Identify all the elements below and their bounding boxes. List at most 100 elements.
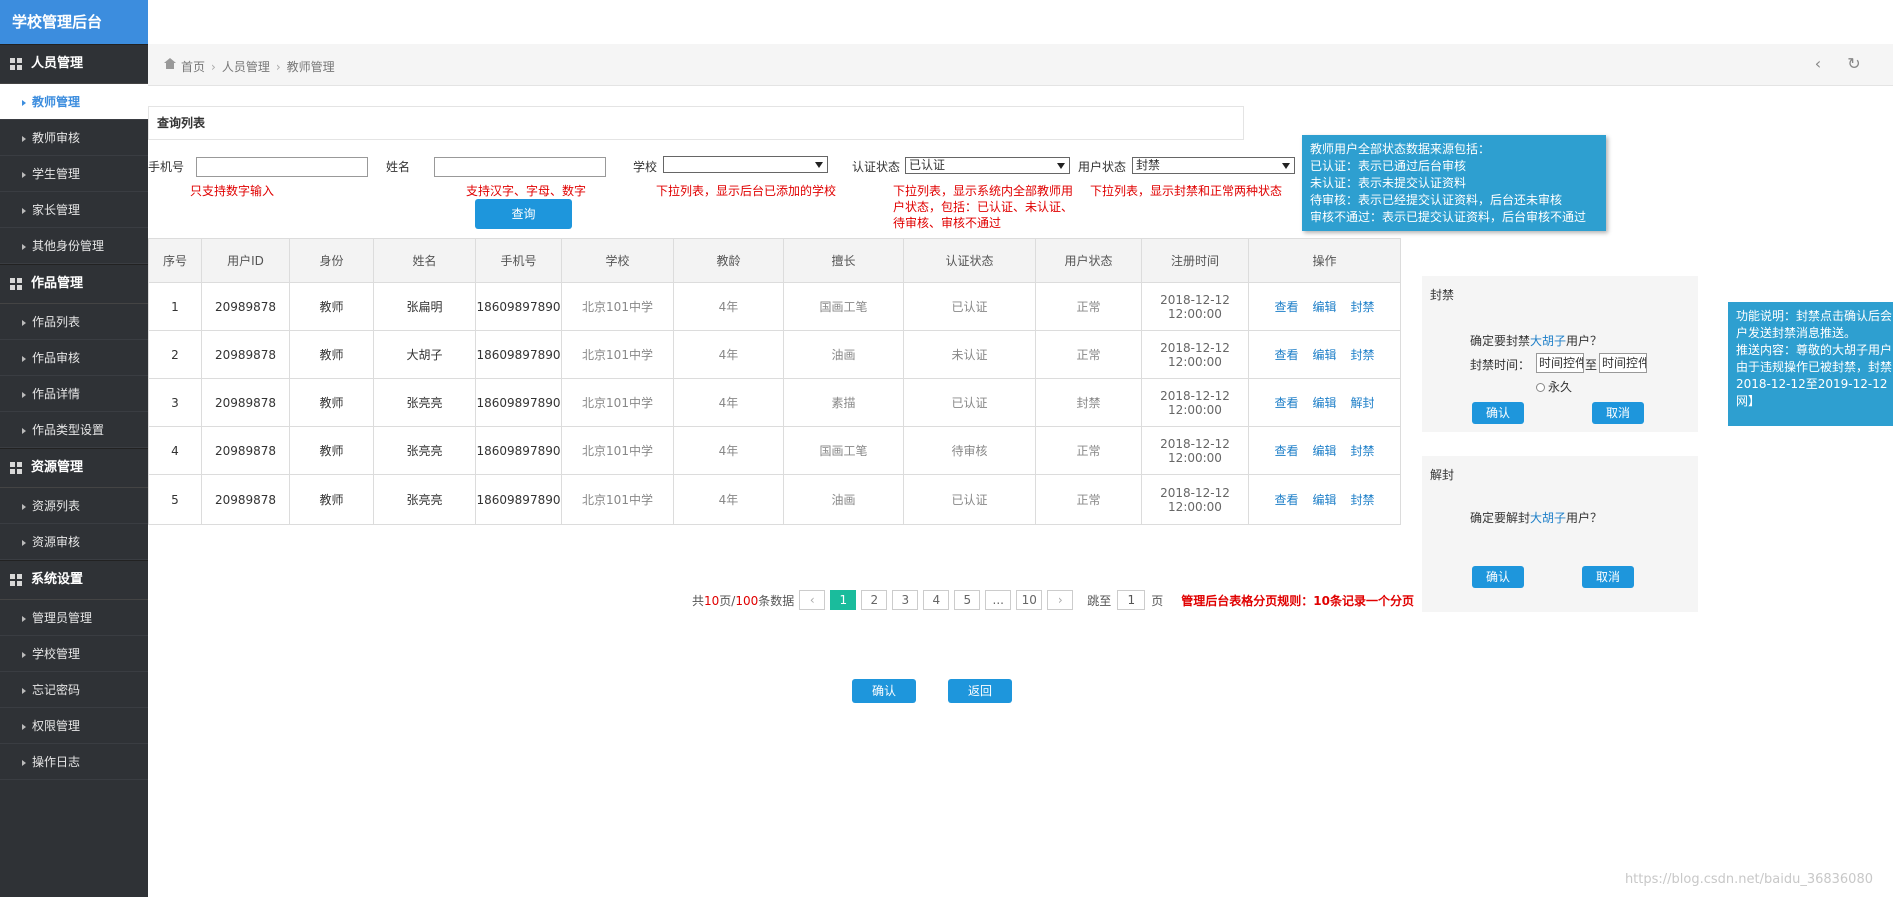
ban-link[interactable]: 封禁 [1351, 444, 1375, 458]
ban-forever-option[interactable]: 永久 [1536, 378, 1572, 395]
nav-group-personnel[interactable]: 人员管理 [0, 44, 148, 84]
unban-ok-button[interactable]: 确认 [1472, 566, 1524, 588]
register-date: 2018-12-12 [1160, 340, 1230, 355]
sidebar-item-student-management[interactable]: 学生管理 [0, 156, 148, 192]
auth-status-select[interactable]: 已认证 [905, 157, 1070, 174]
ban-ok-button[interactable]: 确认 [1472, 402, 1524, 424]
school-select[interactable] [663, 156, 828, 173]
ban-link[interactable]: 封禁 [1351, 300, 1375, 314]
view-link[interactable]: 查看 [1274, 300, 1298, 314]
back-arrow-icon[interactable]: ‹ [1808, 54, 1828, 74]
nav-group-system[interactable]: 系统设置 [0, 560, 148, 600]
tooltip-line: 教师用户全部状态数据来源包括： [1310, 142, 1491, 156]
user-status-select[interactable]: 封禁 [1132, 157, 1295, 174]
edit-link[interactable]: 编辑 [1312, 348, 1336, 362]
unban-link[interactable]: 解封 [1351, 396, 1375, 410]
phone-label: 手机号 [148, 160, 185, 174]
ban-cancel-button[interactable]: 取消 [1592, 402, 1644, 424]
prev-page-button[interactable]: ‹ [799, 590, 826, 610]
cell-no: 3 [148, 378, 202, 427]
register-clock: 12:00:00 [1168, 306, 1222, 321]
breadcrumb-level1[interactable]: 人员管理 [222, 58, 270, 75]
cell-register-time: 2018-12-12 12:00:00 [1141, 282, 1249, 331]
sidebar-item-admin-management[interactable]: 管理员管理 [0, 600, 148, 636]
sidebar-item-forgot-password[interactable]: 忘记密码 [0, 672, 148, 708]
footer-back-button[interactable]: 返回 [948, 679, 1012, 703]
jump-page-input[interactable]: 1 [1117, 590, 1146, 610]
table-row: 3 20989878 教师 张亮亮 18609897890 北京101中学 4年… [148, 378, 1401, 427]
register-date: 2018-12-12 [1160, 436, 1230, 451]
ban-time-from-input[interactable]: 时间控件 [1536, 353, 1584, 373]
auth-status-note-line: 待审核、审核不通过 [893, 216, 1002, 230]
page-button-1[interactable]: 1 [830, 590, 857, 610]
nav-group-works[interactable]: 作品管理 [0, 264, 148, 304]
caret-right-icon [22, 651, 26, 658]
page-ellipsis: ... [985, 590, 1012, 610]
sidebar-item-resource-list[interactable]: 资源列表 [0, 488, 148, 524]
page-button-3[interactable]: 3 [892, 590, 919, 610]
ban-time-to-input[interactable]: 时间控件 [1599, 353, 1647, 373]
view-link[interactable]: 查看 [1274, 444, 1298, 458]
breadcrumb-home[interactable]: 首页 [181, 58, 205, 75]
cell-user-status: 正常 [1035, 474, 1142, 525]
sidebar-item-other-identity[interactable]: 其他身份管理 [0, 228, 148, 264]
column-header: 教龄 [673, 238, 784, 283]
cell-actions: 查看 编辑 封禁 [1248, 282, 1401, 331]
confirm-prefix: 确定要解封 [1470, 511, 1531, 525]
cell-user-id: 20989878 [201, 282, 290, 331]
ban-dialog: 封禁 确定要封禁大胡子用户？ 封禁时间： 时间控件 至 时间控件 永久 确认 取… [1422, 276, 1698, 432]
auth-status-note-line: 下拉列表，显示系统内全部教师用 [893, 184, 1074, 198]
sidebar-item-teacher-review[interactable]: 教师审核 [0, 120, 148, 156]
sidebar-item-label: 学生管理 [32, 167, 81, 181]
sidebar-item-works-detail[interactable]: 作品详情 [0, 376, 148, 412]
user-status-select-value: 封禁 [1136, 158, 1161, 172]
nav-group-resources[interactable]: 资源管理 [0, 448, 148, 488]
sidebar-item-works-list[interactable]: 作品列表 [0, 304, 148, 340]
sidebar-item-teacher-management[interactable]: 教师管理 [0, 84, 148, 120]
sidebar-item-operation-log[interactable]: 操作日志 [0, 744, 148, 780]
column-header: 学校 [561, 238, 674, 283]
page-button-4[interactable]: 4 [923, 590, 950, 610]
sidebar-item-school-management[interactable]: 学校管理 [0, 636, 148, 672]
confirm-prefix: 确定要封禁 [1470, 334, 1531, 348]
phone-input[interactable] [196, 157, 368, 177]
page-button-10[interactable]: 10 [1016, 590, 1043, 610]
view-link[interactable]: 查看 [1274, 493, 1298, 507]
page-button-5[interactable]: 5 [954, 590, 981, 610]
refresh-icon[interactable]: ↻ [1844, 54, 1864, 74]
view-link[interactable]: 查看 [1274, 348, 1298, 362]
next-page-button[interactable]: › [1047, 590, 1074, 610]
ban-link[interactable]: 封禁 [1351, 348, 1375, 362]
sidebar-item-resource-review[interactable]: 资源审核 [0, 524, 148, 560]
sidebar-item-works-type[interactable]: 作品类型设置 [0, 412, 148, 448]
ban-link[interactable]: 封禁 [1351, 493, 1375, 507]
edit-link[interactable]: 编辑 [1312, 493, 1336, 507]
page-button-2[interactable]: 2 [861, 590, 888, 610]
register-clock: 12:00:00 [1168, 402, 1222, 417]
cell-phone: 18609897890 [475, 378, 562, 427]
edit-link[interactable]: 编辑 [1312, 396, 1336, 410]
unban-cancel-button[interactable]: 取消 [1582, 566, 1634, 588]
sidebar-item-parent-management[interactable]: 家长管理 [0, 192, 148, 228]
edit-link[interactable]: 编辑 [1312, 300, 1336, 314]
radio-icon[interactable] [1536, 383, 1545, 392]
query-button[interactable]: 查询 [475, 199, 572, 229]
view-link[interactable]: 查看 [1274, 396, 1298, 410]
ban-time-label: 封禁时间： [1470, 358, 1531, 372]
app-logo: 学校管理后台 [0, 0, 148, 44]
edit-link[interactable]: 编辑 [1312, 444, 1336, 458]
tooltip-line: 待审核：表示已经提交认证资料，后台还未审核 [1310, 193, 1563, 207]
cell-auth-status: 待审核 [903, 426, 1036, 475]
name-input[interactable] [434, 157, 606, 177]
column-header: 擅长 [783, 238, 904, 283]
top-bar: 首页 › 人员管理 › 教师管理 ‹ ↻ [148, 44, 1893, 86]
column-header: 注册时间 [1141, 238, 1249, 283]
forever-label: 永久 [1548, 380, 1573, 394]
cell-actions: 查看 编辑 封禁 [1248, 330, 1401, 379]
nav-group-label: 资源管理 [31, 460, 84, 475]
cell-user-status: 正常 [1035, 282, 1142, 331]
cell-years: 4年 [673, 474, 784, 525]
footer-confirm-button[interactable]: 确认 [852, 679, 916, 703]
sidebar-item-permissions[interactable]: 权限管理 [0, 708, 148, 744]
sidebar-item-works-review[interactable]: 作品审核 [0, 340, 148, 376]
